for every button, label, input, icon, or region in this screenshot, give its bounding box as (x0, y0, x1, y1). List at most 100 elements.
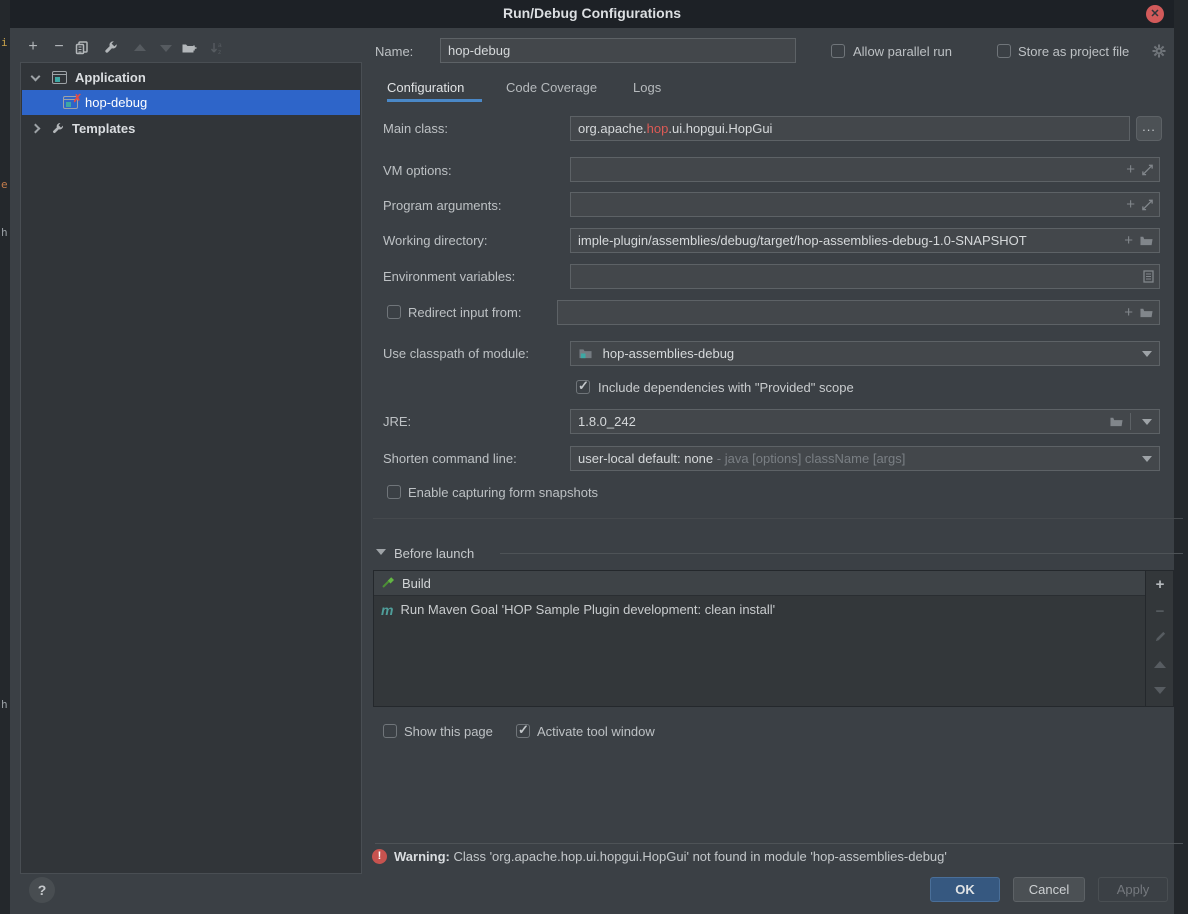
build-hammer-icon (381, 576, 396, 591)
background-glyph: i (1, 36, 8, 49)
chevron-down-icon[interactable] (1135, 342, 1159, 365)
background-glyph: h (1, 226, 8, 239)
new-folder-icon[interactable] (181, 37, 203, 59)
before-launch-list: Build m Run Maven Goal 'HOP Sample Plugi… (373, 570, 1174, 707)
move-task-down-icon[interactable] (1146, 681, 1174, 701)
program-arguments-label: Program arguments: (383, 198, 502, 213)
folder-icon[interactable] (1109, 415, 1124, 428)
task-row-build[interactable]: Build (374, 571, 1146, 596)
jre-combobox[interactable]: 1.8.0_242 (570, 409, 1160, 434)
vm-options-label: VM options: (383, 163, 452, 178)
name-input[interactable]: hop-debug (440, 38, 796, 63)
remove-task-icon[interactable]: − (1146, 603, 1174, 623)
edit-pencil-icon[interactable] (1146, 627, 1174, 647)
ok-button[interactable]: OK (930, 877, 1000, 902)
provided-scope-label: Include dependencies with "Provided" sco… (598, 380, 854, 395)
collapse-triangle-icon[interactable] (376, 549, 386, 555)
chevron-down-icon[interactable] (1135, 447, 1159, 470)
show-this-page-label: Show this page (404, 724, 493, 739)
window-title: Run/Debug Configurations (10, 5, 1174, 21)
tree-item-label: hop-debug (85, 95, 147, 110)
browse-main-class-button[interactable]: ... (1136, 116, 1162, 141)
provided-scope-checkbox[interactable] (576, 380, 590, 394)
apply-button[interactable]: Apply (1098, 877, 1168, 902)
chevron-right-icon[interactable] (31, 124, 41, 134)
add-task-icon[interactable]: + (1146, 576, 1174, 596)
before-launch-title: Before launch (394, 546, 474, 561)
cancel-button[interactable]: Cancel (1013, 877, 1085, 902)
add-icon[interactable]: + (22, 37, 44, 59)
environment-variables-label: Environment variables: (383, 269, 515, 284)
program-arguments-input[interactable]: + (570, 192, 1160, 217)
classpath-module-combobox[interactable]: hop-assemblies-debug (570, 341, 1160, 366)
tab-configuration[interactable]: Configuration (387, 80, 464, 95)
warning-icon: ! (372, 849, 387, 864)
name-label: Name: (375, 44, 413, 59)
folder-icon[interactable] (1139, 234, 1154, 247)
tree-item-hop-debug[interactable]: ✗ hop-debug (22, 90, 360, 115)
main-class-input[interactable]: org.apache.hop.ui.hopgui.HopGui (570, 116, 1130, 141)
section-divider (373, 518, 1183, 519)
classpath-module-label: Use classpath of module: (383, 346, 529, 361)
before-launch-divider (500, 553, 1183, 554)
add-icon[interactable]: + (1126, 158, 1135, 181)
copy-icon[interactable] (74, 37, 96, 59)
redirect-input-field[interactable]: + (557, 300, 1160, 325)
warning-message: Warning: Class 'org.apache.hop.ui.hopgui… (394, 849, 947, 864)
tab-logs[interactable]: Logs (633, 80, 661, 95)
activate-tool-window-label: Activate tool window (537, 724, 655, 739)
gear-icon[interactable] (1151, 43, 1167, 59)
environment-variables-input[interactable] (570, 264, 1160, 289)
add-icon[interactable]: + (1124, 301, 1133, 324)
list-icon[interactable] (1143, 270, 1154, 283)
background-glyph: h (1, 698, 8, 711)
expand-icon[interactable] (1141, 198, 1154, 211)
close-icon[interactable]: ✕ (1146, 5, 1164, 23)
add-icon[interactable]: + (1124, 229, 1133, 252)
task-row-maven[interactable]: m Run Maven Goal 'HOP Sample Plugin deve… (374, 597, 1146, 622)
shorten-command-line-combobox[interactable]: user-local default: none - java [options… (570, 446, 1160, 471)
help-button[interactable]: ? (29, 877, 55, 903)
add-icon[interactable]: + (1126, 193, 1135, 216)
shorten-command-line-label: Shorten command line: (383, 451, 517, 466)
tab-code-coverage[interactable]: Code Coverage (506, 80, 597, 95)
working-directory-label: Working directory: (383, 233, 488, 248)
invalid-config-icon: ✗ (73, 92, 82, 105)
task-label: Run Maven Goal 'HOP Sample Plugin develo… (400, 602, 775, 617)
main-class-label: Main class: (383, 121, 448, 136)
sort-icon[interactable]: az (209, 37, 231, 59)
show-this-page-checkbox[interactable] (383, 724, 397, 738)
background-ide-strip-right (1174, 0, 1188, 914)
tree-item-application[interactable]: Application (22, 65, 360, 90)
module-icon (578, 347, 593, 360)
chevron-down-icon[interactable] (1135, 410, 1159, 433)
form-snapshots-checkbox[interactable] (387, 485, 401, 499)
store-as-project-file-checkbox[interactable] (997, 44, 1011, 58)
wrench-icon[interactable] (103, 37, 125, 59)
task-label: Build (402, 576, 431, 591)
redirect-input-label: Redirect input from: (408, 305, 521, 320)
redirect-input-checkbox[interactable] (387, 305, 401, 319)
vm-options-input[interactable]: + (570, 157, 1160, 182)
active-tab-underline (387, 99, 482, 102)
allow-parallel-run-checkbox[interactable] (831, 44, 845, 58)
application-icon (52, 71, 67, 84)
background-glyph: e (1, 178, 8, 191)
folder-icon[interactable] (1139, 306, 1154, 319)
chevron-down-icon[interactable] (31, 71, 41, 81)
tree-item-label: Application (75, 70, 146, 85)
footer-divider (375, 843, 1183, 844)
expand-icon[interactable] (1141, 163, 1154, 176)
working-directory-input[interactable]: imple-plugin/assemblies/debug/target/hop… (570, 228, 1160, 253)
run-configuration-icon: ✗ (63, 96, 78, 109)
allow-parallel-run-label: Allow parallel run (853, 44, 952, 59)
tree-item-templates[interactable]: Templates (22, 116, 360, 141)
move-task-up-icon[interactable] (1146, 655, 1174, 675)
svg-text:a: a (218, 42, 222, 49)
move-up-icon[interactable] (129, 37, 151, 59)
move-down-icon[interactable] (155, 37, 177, 59)
remove-icon[interactable]: − (48, 37, 70, 59)
activate-tool-window-checkbox[interactable] (516, 724, 530, 738)
maven-icon: m (381, 602, 393, 618)
before-launch-toolbar: + − (1145, 571, 1173, 706)
